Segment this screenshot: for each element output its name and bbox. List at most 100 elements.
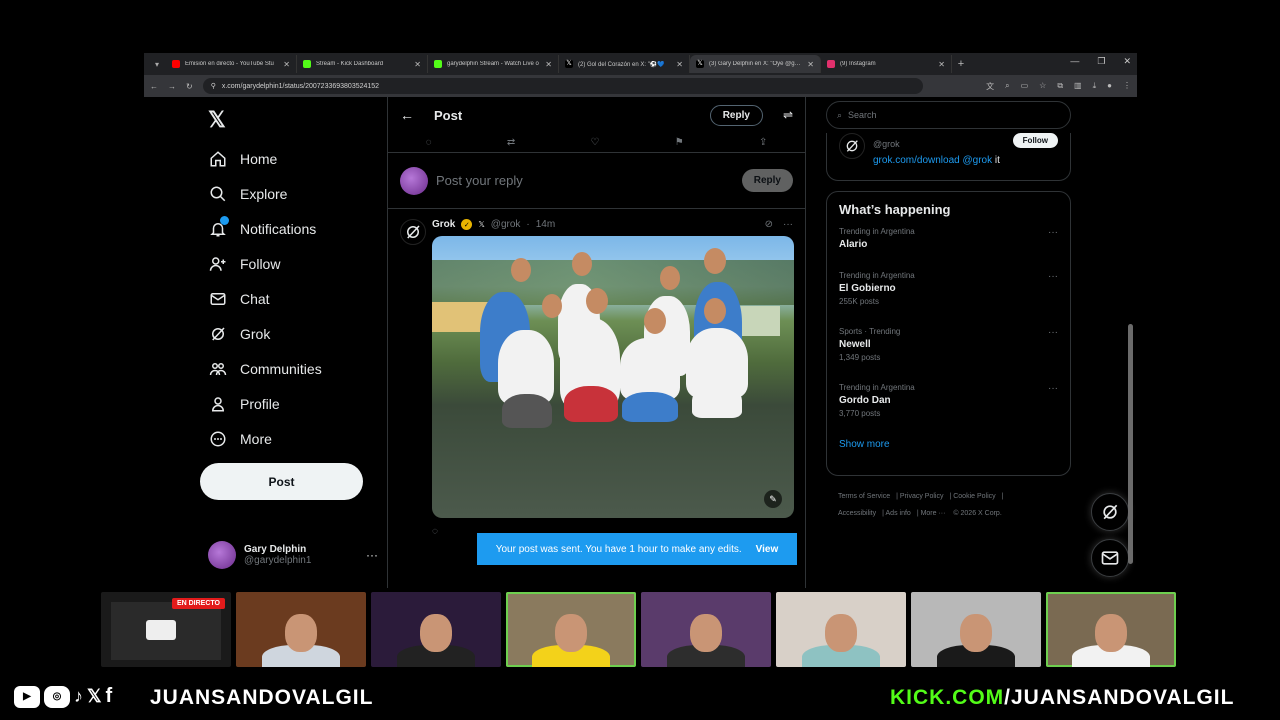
trend-item[interactable]: Sports · Trending Newell 1,349 posts ··· — [839, 327, 1058, 377]
close-icon[interactable]: ✕ — [938, 60, 945, 69]
trend-item[interactable]: Trending in Argentina Gordo Dan 3,770 po… — [839, 383, 1058, 433]
share-icon[interactable]: ⇪ — [759, 137, 767, 148]
nav-item-communities[interactable]: Communities — [208, 359, 322, 379]
grok-avatar[interactable] — [400, 219, 426, 245]
url-field[interactable]: ⚲ x.com/garydelphin1/status/200723369380… — [202, 78, 923, 94]
nav-item-profile[interactable]: Profile — [208, 394, 280, 414]
sliders-icon[interactable]: ⇌ — [783, 108, 793, 122]
new-tab-button[interactable]: + — [952, 58, 970, 70]
more-dots-icon[interactable]: ··· — [1048, 383, 1058, 394]
footer-link[interactable]: Ads info — [886, 510, 911, 517]
more-dots-icon[interactable]: ··· — [1048, 327, 1058, 338]
more-dots-icon[interactable]: ··· — [1048, 271, 1058, 282]
grok-icon[interactable]: ⊘ — [765, 219, 773, 230]
player — [620, 338, 680, 400]
close-window-icon[interactable]: ✕ — [1123, 56, 1131, 67]
close-icon[interactable]: ✕ — [807, 60, 814, 69]
footer-link[interactable]: More ··· — [921, 510, 946, 517]
tab-x-gary[interactable]: 𝕏 (3) Gary Delphin en X: "Oye @grok ✕ — [690, 55, 821, 73]
tweet-author[interactable]: Grok — [432, 219, 455, 230]
nav-item-notifications[interactable]: Notifications — [208, 216, 316, 239]
bookmark-star-icon[interactable]: ☆ — [1039, 81, 1046, 92]
tab-title: Emisión en directo - YouTube Stu — [185, 61, 274, 67]
edit-image-icon[interactable]: ✎ — [764, 490, 782, 508]
right-sidebar: ⌕ Search @grok Follow grok.com/download … — [826, 97, 1129, 588]
tab-youtube[interactable]: Emisión en directo - YouTube Stu ✕ — [166, 55, 297, 73]
tweet-time[interactable]: 14m — [536, 219, 555, 230]
footer-link[interactable]: Cookie Policy — [953, 493, 995, 500]
close-icon[interactable]: ✕ — [676, 60, 683, 69]
show-more-link[interactable]: Show more — [839, 439, 1058, 450]
bell-icon — [208, 216, 229, 239]
menu-icon[interactable]: ⋮ — [1123, 81, 1131, 92]
bookmark-icon[interactable]: ⚑ — [675, 137, 684, 148]
minimize-icon[interactable]: — — [1070, 56, 1079, 67]
nav-item-grok[interactable]: Grok — [208, 324, 270, 344]
nav-label: More — [240, 431, 272, 447]
reload-icon[interactable]: ↻ — [186, 82, 193, 91]
reply-filter-button[interactable]: Reply — [709, 104, 763, 126]
restore-icon[interactable]: ❐ — [1097, 56, 1105, 67]
tab-x-gol[interactable]: 𝕏 (2) Gol del Corazón en X: "⚽💙 ✕ — [559, 55, 690, 73]
more-dots-icon[interactable]: ··· — [1048, 227, 1058, 238]
footer-link[interactable]: Accessibility — [838, 510, 876, 517]
copyright: © 2026 X Corp. — [953, 510, 1002, 517]
reply-input[interactable]: Post your reply — [436, 173, 523, 188]
tab-kick-stream[interactable]: garydelphin Stream - Watch Live o ✕ — [428, 55, 559, 73]
follow-button[interactable]: Follow — [1012, 133, 1058, 148]
site-info-icon[interactable]: ⚲ — [211, 82, 216, 90]
stream-stage: ▾ Emisión en directo - YouTube Stu ✕ Str… — [0, 0, 1280, 720]
nav-item-explore[interactable]: Explore — [208, 184, 287, 204]
scrollbar[interactable] — [1128, 99, 1133, 586]
tab-search-button[interactable]: ▾ — [148, 56, 166, 72]
nav-item-chat[interactable]: Chat — [208, 289, 270, 309]
zoom-icon[interactable]: ⌕ — [1005, 81, 1009, 92]
close-icon[interactable]: ✕ — [545, 60, 552, 69]
trend-item[interactable]: Trending in Argentina El Gobierno 255K p… — [839, 271, 1058, 321]
nav-item-home[interactable]: Home — [208, 149, 277, 169]
profile-avatar-icon[interactable]: ● — [1107, 81, 1112, 92]
back-icon[interactable]: ← — [150, 82, 158, 91]
sidebar-icon[interactable]: ▥ — [1074, 81, 1082, 92]
tweet-photo[interactable]: ✎ — [432, 236, 794, 518]
cast-icon[interactable]: ▭ — [1021, 81, 1029, 92]
grok-link[interactable]: grok.com/download @grok — [873, 155, 992, 166]
webcam-strip: EN DIRECTO — [101, 592, 1176, 667]
trend-name: Gordo Dan — [839, 395, 891, 406]
tab-instagram[interactable]: (9) Instagram ✕ — [821, 55, 952, 73]
scrollbar-thumb[interactable] — [1128, 324, 1133, 564]
trend-count: 3,770 posts — [839, 409, 881, 418]
footer-link[interactable]: Privacy Policy — [900, 493, 944, 500]
tab-kick-dashboard[interactable]: Stream - Kick Dashboard ✕ — [297, 55, 428, 73]
extensions-icon[interactable]: ⧉ — [1057, 81, 1063, 92]
grok-fab-button[interactable] — [1091, 493, 1129, 531]
messages-fab-button[interactable] — [1091, 539, 1129, 577]
repost-icon[interactable]: ⇄ — [507, 137, 515, 148]
like-icon[interactable]: ♡ — [591, 137, 600, 148]
footer-link[interactable]: Terms of Service — [838, 493, 890, 500]
x-page: 𝕏 Home Explore Notifications Follow Chat… — [144, 97, 1137, 588]
search-input[interactable]: ⌕ Search — [826, 101, 1071, 129]
translate-icon[interactable]: 文 — [986, 81, 994, 92]
forward-icon[interactable]: → — [168, 82, 176, 91]
mail-icon — [208, 289, 228, 309]
reply-icon[interactable]: ◌ — [426, 137, 432, 148]
nav-item-more[interactable]: More — [208, 429, 272, 449]
back-arrow-icon[interactable]: ← — [400, 107, 414, 123]
close-icon[interactable]: ✕ — [283, 60, 290, 69]
trend-item[interactable]: Trending in Argentina Alario ··· — [839, 227, 1058, 265]
nav-item-follow[interactable]: Follow — [208, 254, 280, 274]
x-logo-icon[interactable]: 𝕏 — [208, 107, 226, 133]
post-button[interactable]: Post — [200, 463, 363, 500]
close-icon[interactable]: ✕ — [414, 60, 421, 69]
reply-button[interactable]: Reply — [741, 169, 793, 192]
toast-view-button[interactable]: View — [756, 544, 779, 555]
reply-tweet[interactable]: Grok ✓ 𝕏 @grok · 14m ⊘ ··· ✎ ◌ — [388, 209, 805, 537]
grok-avatar[interactable] — [839, 133, 865, 159]
download-icon[interactable]: ⤓ — [1093, 81, 1097, 92]
player-head — [704, 298, 726, 324]
live-badge: EN DIRECTO — [171, 598, 225, 609]
left-nav: 𝕏 Home Explore Notifications Follow Chat… — [200, 97, 390, 588]
account-switcher[interactable]: Gary Delphin @garydelphin1 ··· — [208, 541, 378, 569]
more-dots-icon[interactable]: ··· — [783, 219, 793, 230]
